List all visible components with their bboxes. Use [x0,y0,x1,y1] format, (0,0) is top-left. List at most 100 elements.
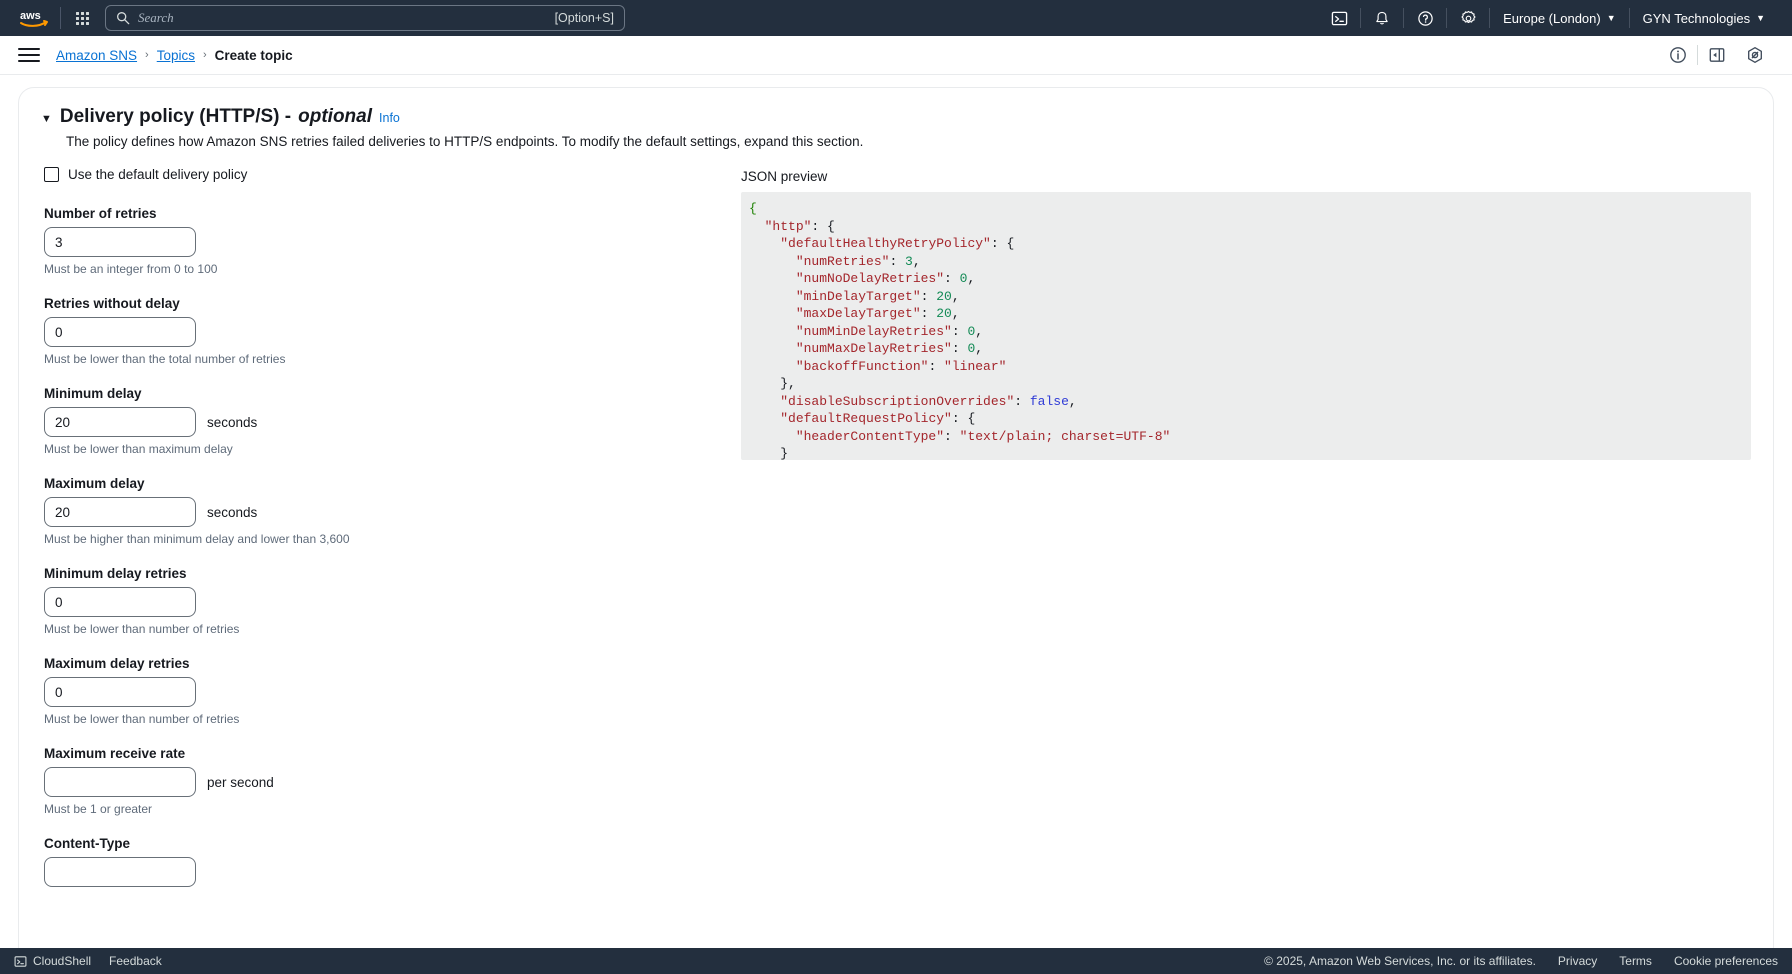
field-hint: Must be an integer from 0 to 100 [44,262,741,276]
field-label: Retries without delay [44,296,741,311]
region-label: Europe (London) [1503,11,1601,26]
field-unit: seconds [207,505,257,520]
breadcrumb-bar: Amazon SNS › Topics › Create topic [0,36,1792,75]
bell-icon[interactable] [1361,0,1403,36]
cloudshell-button[interactable]: CloudShell [14,954,91,968]
feedback-button[interactable]: Feedback [109,954,162,968]
field-hint: Must be higher than minimum delay and lo… [44,532,741,546]
json-preview-label: JSON preview [741,169,1751,184]
breadcrumb: Amazon SNS › Topics › Create topic [56,48,293,63]
field-maximum-delay-retries: Maximum delay retries Must be lower than… [44,656,741,726]
chevron-right-icon: › [203,49,207,61]
split-panel-icon[interactable] [1698,36,1736,74]
feedback-label: Feedback [109,954,162,968]
content-type-input[interactable] [44,857,196,887]
json-line: "defaultRequestPolicy": { [749,410,1741,428]
field-maximum-receive-rate: Maximum receive rate per second Must be … [44,746,741,816]
json-line: "numMinDelayRetries": 0, [749,323,1741,341]
section-header: ▼ Delivery policy (HTTP/S) - optional In… [41,106,1751,128]
json-line: { [749,200,1741,218]
json-line: }, [749,375,1741,393]
page-content: ▼ Delivery policy (HTTP/S) - optional In… [0,75,1792,948]
json-line: "minDelayTarget": 20, [749,288,1741,306]
field-label: Minimum delay retries [44,566,741,581]
field-label: Maximum delay [44,476,741,491]
field-label: Maximum receive rate [44,746,741,761]
field-unit: seconds [207,415,257,430]
menu-toggle-icon[interactable] [18,44,40,66]
use-default-delivery-policy-checkbox[interactable] [44,167,59,182]
maximum-delay-input[interactable] [44,497,196,527]
support-hexagon-icon[interactable] [1736,36,1774,74]
cloudshell-label: CloudShell [33,954,91,968]
search-icon [116,11,130,25]
use-default-delivery-policy-row[interactable]: Use the default delivery policy [44,167,741,182]
json-line: } [749,445,1741,460]
json-line: "http": { [749,218,1741,236]
field-minimum-delay: Minimum delay seconds Must be lower than… [44,386,741,456]
breadcrumb-item-amazon-sns[interactable]: Amazon SNS [56,48,137,63]
info-link[interactable]: Info [379,111,400,125]
number-of-retries-input[interactable] [44,227,196,257]
account-selector[interactable]: GYN Technologies ▼ [1630,0,1778,36]
field-label: Content-Type [44,836,741,851]
chevron-down-icon: ▼ [1756,14,1765,23]
privacy-link[interactable]: Privacy [1558,954,1597,968]
json-line: "maxDelayTarget": 20, [749,305,1741,323]
section-title-text: Delivery policy (HTTP/S) - [60,106,291,128]
json-line: "defaultHealthyRetryPolicy": { [749,235,1741,253]
field-unit: per second [207,775,274,790]
search-input[interactable]: Search [Option+S] [105,5,625,31]
terms-link[interactable]: Terms [1619,954,1652,968]
svg-text:aws: aws [20,10,41,22]
json-line: "headerContentType": "text/plain; charse… [749,428,1741,446]
app-grid-icon[interactable] [67,3,97,33]
info-icon[interactable] [1659,36,1697,74]
field-label: Maximum delay retries [44,656,741,671]
field-hint: Must be lower than the total number of r… [44,352,741,366]
breadcrumb-item-create-topic: Create topic [215,48,293,63]
section-title-optional: optional [298,106,372,128]
minimum-delay-input[interactable] [44,407,196,437]
page-footer: CloudShell Feedback © 2025, Amazon Web S… [0,948,1792,974]
json-line: "disableSubscriptionOverrides": false, [749,393,1741,411]
aws-top-navigation: aws Search [Option+S] [0,0,1792,36]
field-hint: Must be lower than number of retries [44,622,741,636]
breadcrumb-item-topics[interactable]: Topics [157,48,195,63]
account-label: GYN Technologies [1643,11,1750,26]
field-hint: Must be 1 or greater [44,802,741,816]
search-placeholder: Search [138,10,547,26]
retries-without-delay-input[interactable] [44,317,196,347]
field-retries-without-delay: Retries without delay Must be lower than… [44,296,741,366]
delivery-policy-card: ▼ Delivery policy (HTTP/S) - optional In… [18,87,1774,948]
chevron-right-icon: › [145,49,149,61]
field-label: Minimum delay [44,386,741,401]
maximum-delay-retries-input[interactable] [44,677,196,707]
json-preview-code: { "http": { "defaultHealthyRetryPolicy":… [741,192,1751,460]
copyright-text: © 2025, Amazon Web Services, Inc. or its… [1264,954,1536,968]
help-icon[interactable] [1404,0,1446,36]
json-line: "numNoDelayRetries": 0, [749,270,1741,288]
delivery-policy-form: Use the default delivery policy Number o… [41,167,741,907]
json-line: "numRetries": 3, [749,253,1741,271]
cookie-preferences-link[interactable]: Cookie preferences [1674,954,1778,968]
field-hint: Must be lower than number of retries [44,712,741,726]
section-collapse-toggle[interactable]: ▼ [41,114,52,125]
field-label: Number of retries [44,206,741,221]
region-selector[interactable]: Europe (London) ▼ [1490,0,1629,36]
cloudshell-icon [14,955,27,968]
field-number-of-retries: Number of retries Must be an integer fro… [44,206,741,276]
field-content-type: Content-Type [44,836,741,887]
json-line: "backoffFunction": "linear" [749,358,1741,376]
search-shortcut-hint: [Option+S] [555,11,614,25]
settings-icon[interactable] [1447,0,1489,36]
minimum-delay-retries-input[interactable] [44,587,196,617]
json-line: "numMaxDelayRetries": 0, [749,340,1741,358]
aws-logo[interactable]: aws [14,8,54,28]
use-default-delivery-policy-label[interactable]: Use the default delivery policy [68,167,247,182]
field-minimum-delay-retries: Minimum delay retries Must be lower than… [44,566,741,636]
page-title: Delivery policy (HTTP/S) - optional Info [60,106,400,128]
maximum-receive-rate-input[interactable] [44,767,196,797]
cloudshell-icon[interactable] [1318,0,1360,36]
field-hint: Must be lower than maximum delay [44,442,741,456]
